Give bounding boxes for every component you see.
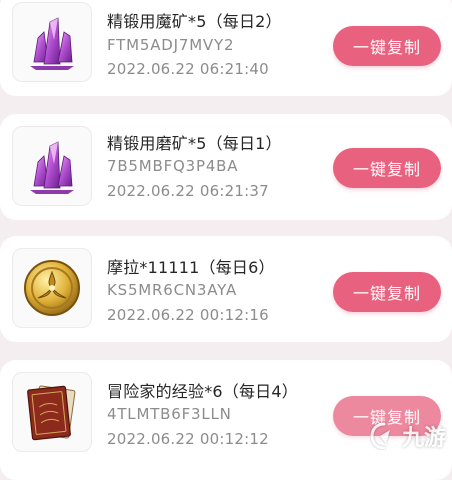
gift-code: 7B5MBFQ3P4BA [107, 157, 239, 175]
mora-coin-icon [24, 260, 80, 316]
item-title: 精锻用魔矿*5（每日2） [107, 12, 282, 31]
item-title: 冒险家的经验*6（每日4） [107, 382, 298, 401]
item-title: 摩拉*11111（每日6） [107, 258, 275, 277]
item-thumbnail [12, 2, 92, 82]
item-thumbnail [12, 126, 92, 206]
watermark: 九游 [370, 420, 446, 452]
item-thumbnail [12, 372, 92, 452]
purple-crystal-icon [30, 141, 74, 194]
code-card: 精锻用魔矿*5（每日2） FTM5ADJ7MVY2 2022.06.22 06:… [0, 0, 452, 96]
item-title: 精锻用磨矿*5（每日1） [107, 134, 282, 153]
gift-code: 4TLMTB6F3LLN [107, 405, 232, 423]
item-thumbnail [12, 248, 92, 328]
watermark-text: 九游 [402, 426, 447, 451]
copy-button[interactable]: 一键复制 [333, 148, 441, 188]
code-card: 精锻用磨矿*5（每日1） 7B5MBFQ3P4BA 2022.06.22 06:… [0, 114, 452, 220]
timestamp: 2022.06.22 00:12:16 [107, 306, 269, 324]
adventurer-book-icon [27, 385, 76, 441]
copy-button[interactable]: 一键复制 [333, 272, 441, 312]
gift-code: KS5MR6CN3AYA [107, 281, 238, 299]
timestamp: 2022.06.22 00:12:12 [107, 430, 269, 448]
gift-code: FTM5ADJ7MVY2 [107, 36, 235, 54]
copy-button[interactable]: 一键复制 [333, 26, 441, 66]
timestamp: 2022.06.22 06:21:40 [107, 60, 269, 78]
code-card: 摩拉*11111（每日6） KS5MR6CN3AYA 2022.06.22 00… [0, 236, 452, 342]
timestamp: 2022.06.22 06:21:37 [107, 182, 269, 200]
jiuyou-logo-icon [370, 422, 390, 450]
purple-crystal-icon [30, 17, 74, 70]
